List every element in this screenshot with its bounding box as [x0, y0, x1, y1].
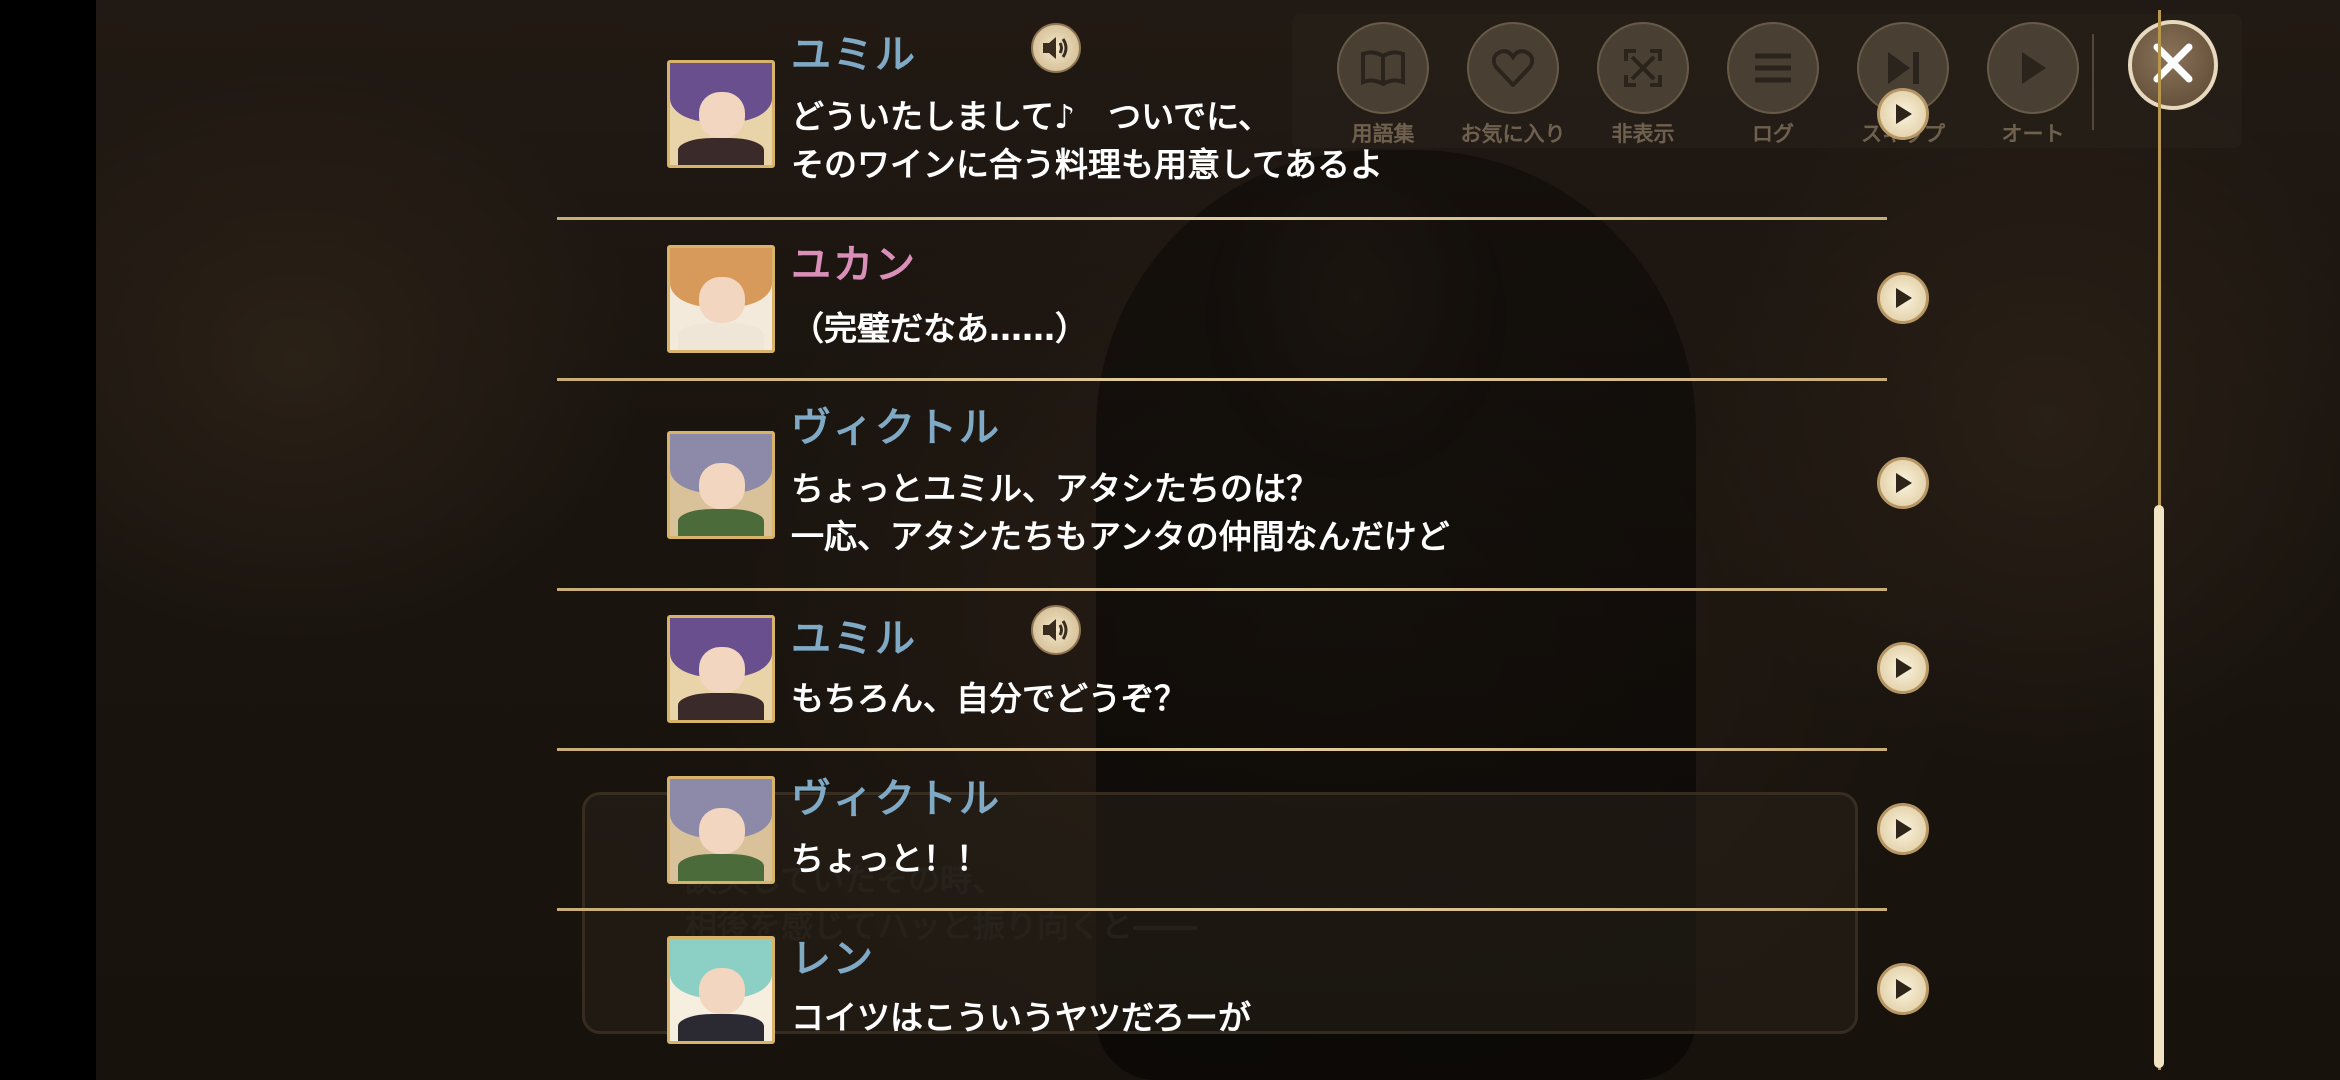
game-scene-background: 談笑していたその時、 相後を感じてハッと振り向くと―― 用語集 お気に入り 非表…: [96, 0, 2340, 1080]
play-voice-button[interactable]: [1877, 803, 1929, 855]
play-voice-button[interactable]: [1877, 88, 1929, 140]
dialogue-line-1: ちょっとユミル、アタシたちのは？: [791, 469, 1319, 508]
dialogue-line-1: （完璧だなあ……）: [791, 309, 1088, 348]
dialogue-line-1: どういたしまして♪ ついでに、: [791, 97, 1272, 136]
avatar: [667, 615, 775, 723]
dialogue-line-2: 一応、アタシたちもアンタの仲間なんだけど: [791, 517, 1450, 556]
play-voice-button[interactable]: [1877, 642, 1929, 694]
entry-separator: [557, 588, 1887, 591]
backlog-list: ユミル どういたしまして♪ ついでに、 そのワインに合う料理も用意してあるよ ユ…: [557, 0, 1929, 1080]
entry-separator: [557, 748, 1887, 751]
log-scrollbar-thumb[interactable]: [2154, 505, 2164, 1068]
avatar: [667, 776, 775, 884]
play-voice-button[interactable]: [1877, 963, 1929, 1015]
voice-replay-icon[interactable]: [1031, 23, 1081, 73]
dialogue-line-1: コイツはこういうヤツだろーが: [791, 998, 1252, 1037]
avatar: [667, 245, 775, 353]
entry-separator: [557, 908, 1887, 911]
entry-separator: [557, 378, 1887, 381]
avatar: [667, 936, 775, 1044]
voice-replay-icon[interactable]: [1031, 605, 1081, 655]
toolbar-divider: [2092, 34, 2094, 130]
avatar: [667, 431, 775, 539]
dialogue-line-1: ちょっと！！: [791, 839, 989, 878]
entry-separator: [557, 217, 1887, 220]
speaker-name: ユミル: [791, 616, 917, 662]
close-log-button[interactable]: [2128, 20, 2218, 110]
play-voice-button[interactable]: [1877, 457, 1929, 509]
dialogue-line-2: そのワインに合う料理も用意してあるよ: [791, 145, 1384, 184]
speaker-name: ユカン: [791, 242, 917, 288]
auto-label: オート: [2001, 122, 2065, 146]
dialogue-line-1: もちろん、自分でどうぞ？: [791, 679, 1187, 718]
auto-button[interactable]: オート: [1978, 22, 2088, 152]
speaker-name: ヴィクトル: [791, 776, 1001, 822]
speaker-name: レン: [791, 936, 875, 982]
avatar: [667, 60, 775, 168]
speaker-name: ヴィクトル: [791, 405, 1001, 451]
speaker-name: ユミル: [791, 32, 917, 78]
auto-play-icon: [1987, 22, 2079, 114]
play-voice-button[interactable]: [1877, 272, 1929, 324]
